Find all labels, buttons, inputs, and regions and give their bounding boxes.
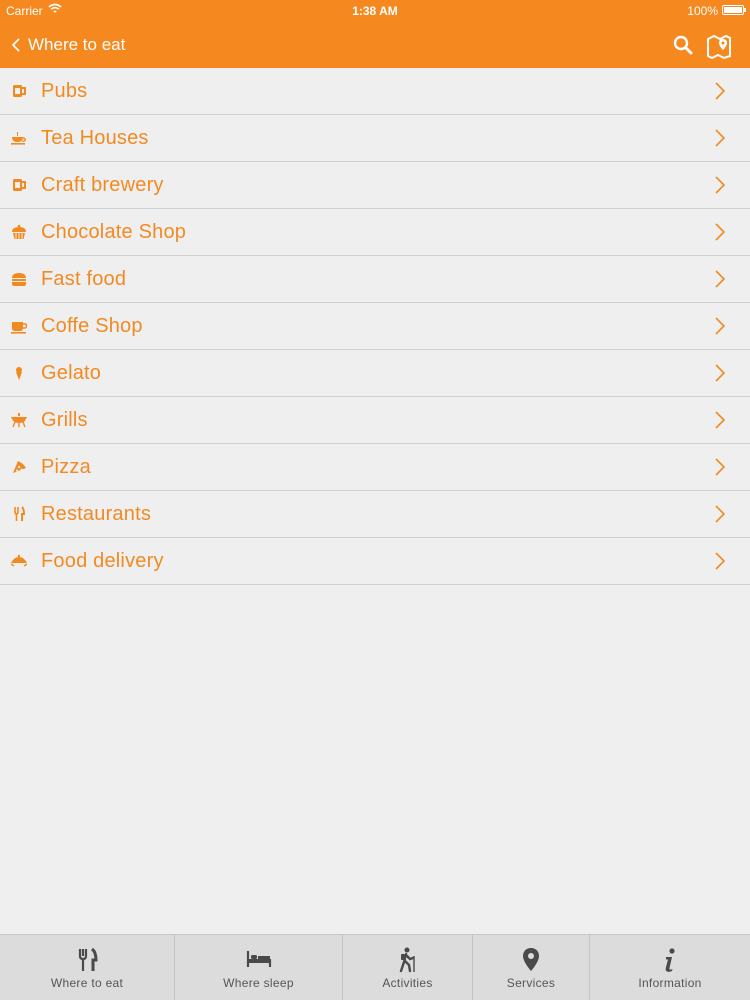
coffee-cup-icon — [11, 322, 28, 334]
battery-icon — [722, 5, 746, 15]
list-item-label: Fast food — [41, 268, 127, 290]
chevron-right-icon — [715, 552, 726, 570]
tab-services[interactable]: Services — [473, 935, 590, 1000]
list-item[interactable]: Tea Houses — [0, 115, 750, 162]
chevron-right-icon — [715, 223, 726, 241]
list-item[interactable]: Grills — [0, 397, 750, 444]
chevron-right-icon — [715, 411, 726, 429]
chevron-right-icon — [715, 270, 726, 288]
grill-icon — [11, 413, 27, 428]
list-item-label: Restaurants — [41, 503, 152, 525]
fork-knife-icon — [14, 506, 26, 521]
tab-activities[interactable]: Activities — [343, 935, 473, 1000]
list-item-label: Food delivery — [41, 550, 164, 572]
list-item-label: Craft brewery — [41, 174, 164, 196]
ice-cream-icon — [16, 367, 22, 380]
list-item[interactable]: Chocolate Shop — [0, 209, 750, 256]
tab-label: Where to eat — [50, 976, 124, 990]
back-button[interactable]: Where to eat — [10, 32, 125, 58]
tab-information[interactable]: Information — [590, 935, 750, 1000]
list-item[interactable]: Gelato — [0, 350, 750, 397]
list-item-label: Pubs — [41, 80, 88, 102]
chevron-right-icon — [715, 458, 726, 476]
clock: 1:38 AM — [352, 4, 398, 18]
tab-label: Activities — [382, 976, 433, 990]
list-item-label: Coffe Shop — [41, 315, 143, 337]
chevron-right-icon — [715, 82, 726, 100]
list-item-label: Grills — [41, 409, 88, 431]
burger-icon — [12, 273, 26, 286]
nav-bar: Where to eat — [0, 22, 750, 68]
list-item-label: Gelato — [41, 362, 102, 384]
chevron-right-icon — [715, 176, 726, 194]
status-bar: Carrier 1:38 AM 100% — [0, 0, 750, 22]
list-item[interactable]: Pizza — [0, 444, 750, 491]
teacup-icon — [11, 132, 26, 145]
hiker-icon — [399, 947, 415, 973]
list-item-label: Chocolate Shop — [41, 221, 187, 243]
tab-bar: Where to eat Where sleep Activities Serv… — [0, 934, 750, 1000]
list-item[interactable]: Craft brewery — [0, 162, 750, 209]
top-bar: Carrier 1:38 AM 100% Where to eat — [0, 0, 750, 68]
list-item-label: Pizza — [41, 456, 91, 478]
bed-icon — [246, 951, 271, 967]
category-list: Pubs Tea Houses Craft brewery Chocolate — [0, 68, 750, 585]
chevron-right-icon — [715, 317, 726, 335]
list-item-label: Tea Houses — [41, 127, 149, 149]
location-pin-icon — [523, 948, 539, 971]
chevron-left-icon — [11, 38, 20, 52]
tab-label: Services — [506, 976, 556, 990]
tab-where-to-eat[interactable]: Where to eat — [0, 935, 175, 1000]
chevron-right-icon — [715, 129, 726, 147]
cupcake-icon — [12, 224, 26, 239]
pizza-slice-icon — [13, 461, 26, 473]
tab-label: Where sleep — [223, 976, 294, 990]
beer-mug-icon — [13, 85, 26, 97]
tab-where-sleep[interactable]: Where sleep — [175, 935, 343, 1000]
fork-knife-icon — [78, 947, 98, 971]
list-item[interactable]: Food delivery — [0, 538, 750, 585]
tab-label: Information — [638, 976, 702, 990]
list-item[interactable]: Restaurants — [0, 491, 750, 538]
chevron-right-icon — [715, 364, 726, 382]
chevron-right-icon — [715, 505, 726, 523]
page-title: Where to eat — [28, 35, 126, 54]
list-item[interactable]: Coffe Shop — [0, 303, 750, 350]
search-icon[interactable] — [672, 34, 694, 56]
map-icon[interactable] — [706, 33, 732, 59]
info-icon — [665, 948, 675, 972]
list-item[interactable]: Fast food — [0, 256, 750, 303]
delivery-icon — [10, 554, 28, 567]
beer-mug-icon — [13, 179, 26, 191]
battery-percent: 100% — [687, 4, 718, 18]
list-item[interactable]: Pubs — [0, 68, 750, 115]
